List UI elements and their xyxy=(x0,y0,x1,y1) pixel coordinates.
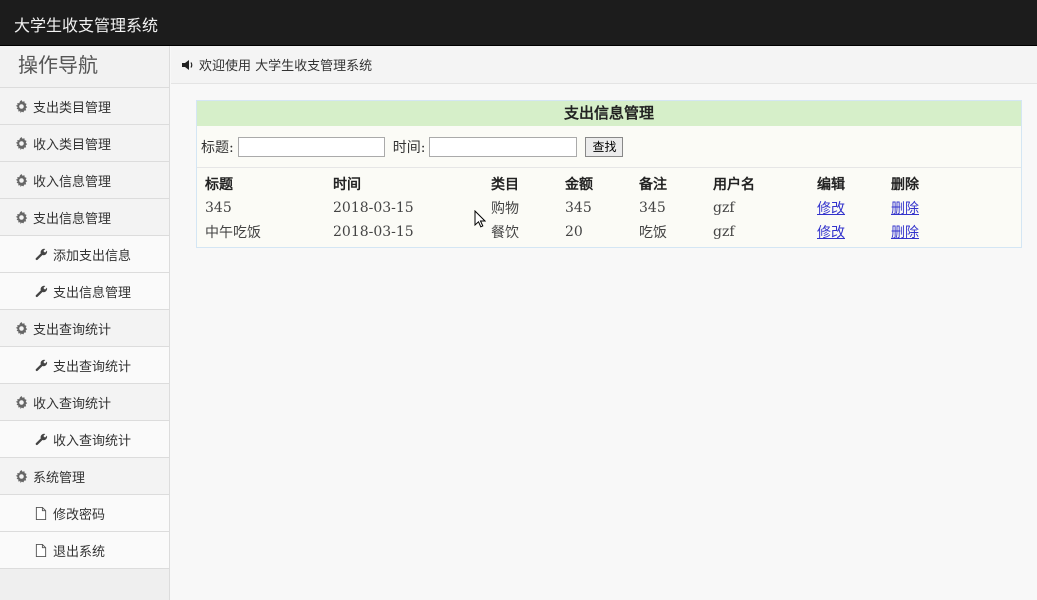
wrench-icon xyxy=(34,284,48,298)
col-note-header: 备注 xyxy=(639,177,667,193)
cell-user: gzf xyxy=(713,200,735,216)
cell-amount: 20 xyxy=(565,224,583,240)
sidebar-item-label: 收入类目管理 xyxy=(33,137,112,153)
col-delete-header: 删除 xyxy=(891,177,919,193)
sidebar-item-2[interactable]: 收入信息管理 xyxy=(0,162,169,199)
cell-title: 345 xyxy=(205,200,232,216)
wrench-icon xyxy=(34,432,48,446)
sidebar-item-5[interactable]: 支出信息管理 xyxy=(0,273,169,310)
sidebar-item-3[interactable]: 支出信息管理 xyxy=(0,199,169,236)
top-bar: 大学生收支管理系统 xyxy=(0,0,1037,46)
sidebar-item-7[interactable]: 支出查询统计 xyxy=(0,347,169,384)
col-category-header: 类目 xyxy=(491,177,519,193)
gear-icon xyxy=(14,136,28,150)
panel-title: 支出信息管理 xyxy=(197,101,1021,126)
mouse-cursor-icon xyxy=(474,209,487,232)
sidebar-item-11[interactable]: 修改密码 xyxy=(0,495,169,532)
sidebar-title: 操作导航 xyxy=(0,46,169,88)
sidebar-item-8[interactable]: 收入查询统计 xyxy=(0,384,169,421)
time-label: 时间: xyxy=(392,139,426,156)
wrench-icon xyxy=(34,247,48,261)
sidebar-item-0[interactable]: 支出类目管理 xyxy=(0,88,169,125)
cell-title: 中午吃饭 xyxy=(205,225,261,241)
sidebar-item-label: 收入查询统计 xyxy=(53,433,132,449)
file-icon xyxy=(34,543,48,557)
sidebar-item-9[interactable]: 收入查询统计 xyxy=(0,421,169,458)
sidebar-item-1[interactable]: 收入类目管理 xyxy=(0,125,169,162)
sidebar-item-label: 支出查询统计 xyxy=(53,359,132,375)
title-search-input[interactable] xyxy=(237,136,385,157)
cell-edit: 修改 xyxy=(813,220,887,244)
search-row: 标题: 时间: 查找 xyxy=(197,126,1021,168)
delete-link[interactable]: 删除 xyxy=(891,201,919,217)
col-time-header: 时间 xyxy=(333,177,361,193)
gear-icon xyxy=(14,210,28,224)
col-title-header: 标题 xyxy=(205,177,233,193)
sidebar: 操作导航 支出类目管理 收入类目管理 收入信息管理 支出信息管理 添加支出信息 支出信息管… xyxy=(0,46,170,600)
app-title: 大学生收支管理系统 xyxy=(14,16,159,35)
sidebar-item-label: 支出类目管理 xyxy=(33,100,112,116)
edit-link[interactable]: 修改 xyxy=(817,225,845,241)
sidebar-item-label: 系统管理 xyxy=(33,470,86,486)
expense-table: 标题 时间 类目 金额 备注 用户名 编辑 删除 345 2018-03-15 … xyxy=(201,172,967,244)
wrench-icon xyxy=(34,358,48,372)
sidebar-item-label: 添加支出信息 xyxy=(53,248,132,264)
gear-icon xyxy=(14,469,28,483)
table-row: 345 2018-03-15 购物 345 345 gzf 修改 删除 xyxy=(201,196,967,220)
sidebar-item-12[interactable]: 退出系统 xyxy=(0,532,169,569)
gear-icon xyxy=(14,395,28,409)
gear-icon xyxy=(14,99,28,113)
table-header-row: 标题 时间 类目 金额 备注 用户名 编辑 删除 xyxy=(201,172,967,196)
delete-link[interactable]: 删除 xyxy=(891,225,919,241)
cell-delete: 删除 xyxy=(887,196,967,220)
cell-note: 吃饭 xyxy=(639,225,667,241)
sidebar-nav-list: 支出类目管理 收入类目管理 收入信息管理 支出信息管理 添加支出信息 支出信息管理 支出查询… xyxy=(0,88,169,569)
sidebar-item-label: 支出信息管理 xyxy=(33,211,112,227)
sidebar-item-label: 支出信息管理 xyxy=(53,285,132,301)
cell-user: gzf xyxy=(713,224,735,240)
col-edit-header: 编辑 xyxy=(817,177,845,193)
title-label: 标题: xyxy=(201,139,234,156)
sidebar-item-label: 退出系统 xyxy=(53,544,106,560)
sidebar-item-label: 收入查询统计 xyxy=(33,396,112,412)
cell-time: 2018-03-15 xyxy=(333,224,414,240)
col-amount-header: 金额 xyxy=(565,177,593,193)
sidebar-item-label: 修改密码 xyxy=(53,507,106,523)
expense-panel: 支出信息管理 标题: 时间: 查找 标题 时间 类目 金额 备注 用户名 编辑 … xyxy=(196,100,1022,248)
cell-category: 餐饮 xyxy=(491,225,519,241)
gear-icon xyxy=(14,321,28,335)
time-search-input[interactable] xyxy=(429,136,578,157)
file-icon xyxy=(34,506,48,520)
cell-time: 2018-03-15 xyxy=(333,200,414,216)
speaker-icon xyxy=(181,58,195,72)
breadcrumb-text: 欢迎使用 大学生收支管理系统 xyxy=(199,59,373,74)
cell-delete: 删除 xyxy=(887,220,967,244)
sidebar-item-label: 收入信息管理 xyxy=(33,174,112,190)
sidebar-item-10[interactable]: 系统管理 xyxy=(0,458,169,495)
cell-amount: 345 xyxy=(565,200,592,216)
edit-link[interactable]: 修改 xyxy=(817,201,845,217)
breadcrumb: 欢迎使用 大学生收支管理系统 xyxy=(171,46,1037,84)
sidebar-item-label: 支出查询统计 xyxy=(33,322,112,338)
col-user-header: 用户名 xyxy=(713,177,755,193)
cell-note: 345 xyxy=(639,200,666,216)
cell-edit: 修改 xyxy=(813,196,887,220)
gear-icon xyxy=(14,173,28,187)
search-button[interactable]: 查找 xyxy=(585,136,624,157)
sidebar-item-6[interactable]: 支出查询统计 xyxy=(0,310,169,347)
cell-category: 购物 xyxy=(491,201,519,217)
sidebar-item-4[interactable]: 添加支出信息 xyxy=(0,236,169,273)
table-row: 中午吃饭 2018-03-15 餐饮 20 吃饭 gzf 修改 删除 xyxy=(201,220,967,244)
